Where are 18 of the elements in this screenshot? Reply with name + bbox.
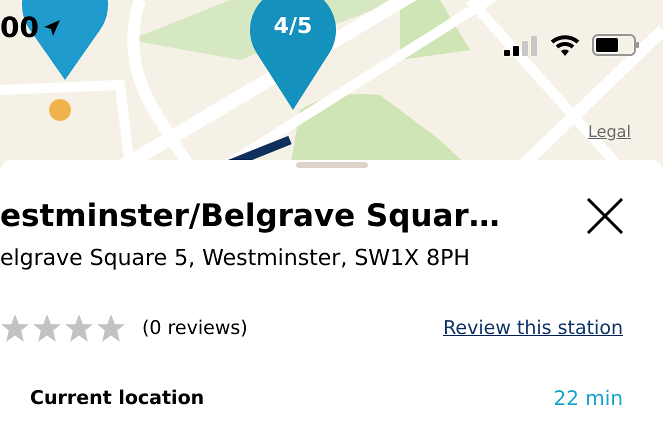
sheet-handle[interactable] — [296, 162, 368, 168]
star-icon — [96, 313, 126, 343]
wifi-icon — [550, 34, 580, 56]
star-icon — [32, 313, 62, 343]
station-title: estminster/Belgrave Squar… — [0, 196, 500, 236]
legal-link[interactable]: Legal — [588, 120, 631, 144]
origin-label: Current location — [30, 386, 204, 411]
travel-time: 22 min — [553, 385, 623, 412]
station-address: elgrave Square 5, Westminster, SW1X 8PH — [0, 245, 471, 273]
battery-icon — [592, 34, 640, 56]
map-pin[interactable]: 4/5 — [250, 0, 336, 110]
star-icon — [0, 313, 30, 343]
star-icon — [64, 313, 94, 343]
signal-icon — [504, 36, 538, 56]
review-count: (0 reviews) — [142, 316, 248, 341]
close-icon[interactable] — [585, 196, 625, 236]
location-arrow-icon — [42, 19, 61, 37]
review-link[interactable]: Review this station — [443, 314, 623, 342]
